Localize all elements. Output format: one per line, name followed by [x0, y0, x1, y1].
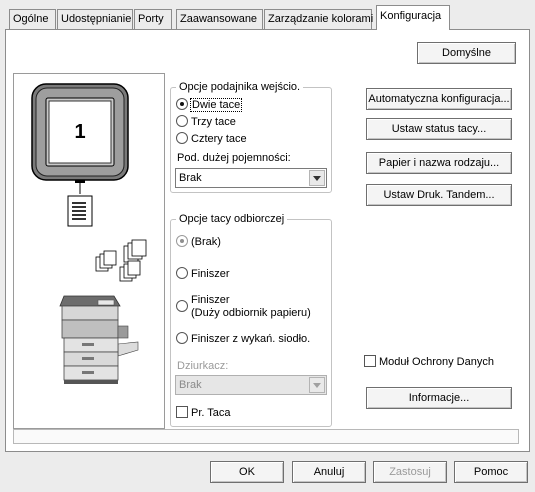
data-security-label: Moduł Ochrony Danych: [379, 356, 494, 368]
radio-dot[interactable]: [176, 300, 188, 312]
radio-two-trays-label: Dwie tace: [189, 98, 243, 112]
radio-two-trays[interactable]: Dwie tace: [176, 98, 243, 112]
help-button[interactable]: Pomoc: [454, 461, 528, 483]
pr-tray-label: Pr. Taca: [191, 407, 231, 419]
radio-finisher-large-stacker-label: Finiszer (Duży odbiornik papieru): [191, 294, 311, 320]
tab-sharing[interactable]: Udostępnianie: [57, 9, 133, 29]
checkbox-box[interactable]: [176, 406, 188, 418]
tandem-button[interactable]: Ustaw Druk. Tandem...: [366, 184, 512, 206]
radio-saddle-finisher[interactable]: Finiszer z wykań. siodło.: [176, 332, 310, 346]
tab-configuration[interactable]: Konfiguracja: [376, 5, 450, 30]
auto-config-button[interactable]: Automatyczna konfiguracja...: [366, 88, 512, 110]
radio-output-none[interactable]: (Brak): [176, 235, 221, 249]
radio-finisher-large-stacker[interactable]: [176, 300, 191, 314]
tab-advanced[interactable]: Zaawansowane: [176, 9, 263, 29]
pr-tray-checkbox[interactable]: Pr. Taca: [176, 406, 231, 420]
punch-select[interactable]: Brak: [175, 375, 327, 395]
printer-preview-pane: 1: [13, 73, 165, 429]
cancel-button[interactable]: Anuluj: [292, 461, 366, 483]
tray-status-button[interactable]: Ustaw status tacy...: [366, 118, 512, 140]
tray-count-label: 1: [74, 121, 86, 143]
hcf-select-value: Brak: [179, 172, 202, 184]
input-tray-options-title: Opcje podajnika wejścio.: [176, 81, 304, 93]
radio-output-none-label: (Brak): [191, 236, 221, 248]
paper-name-button[interactable]: Papier i nazwa rodzaju...: [366, 152, 512, 174]
ok-button[interactable]: OK: [210, 461, 284, 483]
radio-dot[interactable]: [176, 98, 188, 110]
default-button[interactable]: Domyślne: [417, 42, 516, 64]
data-security-checkbox[interactable]: Moduł Ochrony Danych: [364, 355, 494, 369]
radio-finisher[interactable]: Finiszer: [176, 267, 230, 281]
status-bar: [13, 429, 519, 444]
radio-dot[interactable]: [176, 132, 188, 144]
chevron-down-icon[interactable]: [309, 170, 325, 186]
radio-four-trays-label: Cztery tace: [191, 133, 247, 145]
hcf-label: Pod. dużej pojemności:: [177, 152, 291, 164]
radio-saddle-finisher-label: Finiszer z wykań. siodło.: [191, 333, 311, 345]
tab-color-management[interactable]: Zarządzanie kolorami: [264, 9, 373, 29]
tab-ports[interactable]: Porty: [134, 9, 172, 29]
radio-four-trays[interactable]: Cztery tace: [176, 132, 247, 146]
radio-dot[interactable]: [176, 332, 188, 344]
punch-label: Dziurkacz:: [177, 360, 229, 372]
hcf-select[interactable]: Brak: [175, 168, 327, 188]
radio-dot[interactable]: [176, 267, 188, 279]
info-button[interactable]: Informacje...: [366, 387, 512, 409]
radio-finisher-label: Finiszer: [191, 268, 230, 280]
output-tray-options-title: Opcje tacy odbiorczej: [176, 213, 288, 225]
printer-properties-dialog: Ogólne Udostępnianie Porty Zaawansowane …: [0, 0, 535, 492]
punch-select-value: Brak: [179, 379, 202, 391]
chevron-down-icon[interactable]: [309, 377, 325, 393]
output-tray-options-group: [170, 219, 332, 427]
apply-button[interactable]: Zastosuj: [373, 461, 447, 483]
radio-three-trays[interactable]: Trzy tace: [176, 115, 236, 129]
radio-dot[interactable]: [176, 115, 188, 127]
tab-general[interactable]: Ogólne: [9, 9, 56, 29]
radio-three-trays-label: Trzy tace: [191, 116, 236, 128]
radio-dot[interactable]: [176, 235, 188, 247]
finisher-sub-label: (Duży odbiornik papieru): [191, 307, 311, 319]
checkbox-box[interactable]: [364, 355, 376, 367]
finisher-label: Finiszer: [191, 294, 230, 306]
